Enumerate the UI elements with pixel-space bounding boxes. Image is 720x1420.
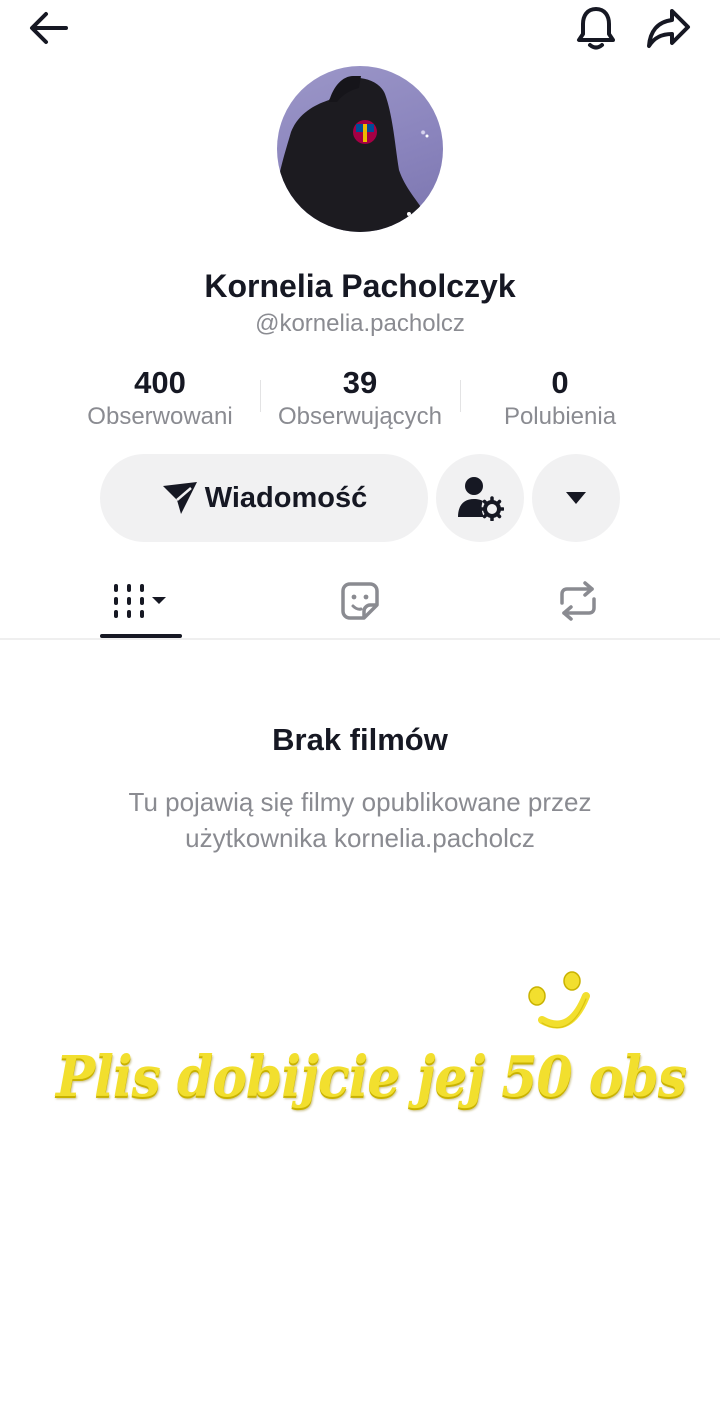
stat-likes[interactable]: 0 Polubienia xyxy=(460,364,660,432)
stat-followers[interactable]: 39 Obserwujących xyxy=(260,364,460,432)
avatar[interactable] xyxy=(277,66,443,232)
tab-stickers[interactable] xyxy=(320,566,400,636)
stat-following[interactable]: 400 Obserwowani xyxy=(60,364,260,432)
avatar-photo xyxy=(277,76,443,232)
stat-followers-label: Obserwujących xyxy=(277,403,443,430)
user-settings-icon xyxy=(458,477,504,521)
manage-friend-button[interactable] xyxy=(436,454,524,542)
overlay-caption: Plis dobijcie jej 50 obs xyxy=(56,1044,687,1110)
back-button[interactable] xyxy=(22,2,74,54)
videos-grid-icon xyxy=(114,584,166,618)
stat-likes-value: 0 xyxy=(551,365,569,400)
share-button[interactable] xyxy=(642,2,694,54)
smiley-icon xyxy=(528,971,590,1029)
stat-followers-value: 39 xyxy=(342,365,378,400)
notifications-button[interactable] xyxy=(570,2,622,54)
stat-likes-label: Polubienia xyxy=(503,403,617,430)
arrow-left-icon xyxy=(30,12,68,44)
tab-reposts[interactable] xyxy=(538,566,618,636)
message-button[interactable]: Wiadomość xyxy=(100,454,428,542)
more-options-button[interactable] xyxy=(532,454,620,542)
stat-following-value: 400 xyxy=(134,365,186,400)
empty-state-description: Tu pojawią się filmy opublikowane przez … xyxy=(128,787,592,853)
empty-state-title: Brak filmów xyxy=(272,722,448,757)
share-arrow-icon xyxy=(647,9,690,48)
sticker-icon xyxy=(341,582,379,620)
message-button-label: Wiadomość xyxy=(204,481,368,514)
stat-following-label: Obserwowani xyxy=(87,403,233,430)
tab-videos[interactable] xyxy=(100,566,182,636)
caret-down-icon xyxy=(566,492,586,504)
bell-icon xyxy=(577,7,615,50)
username: @kornelia.pacholcz xyxy=(255,310,465,337)
send-icon xyxy=(162,482,197,514)
display-name: Kornelia Pacholczyk xyxy=(204,268,516,304)
repost-icon xyxy=(560,581,596,621)
tabs-divider xyxy=(0,638,720,640)
